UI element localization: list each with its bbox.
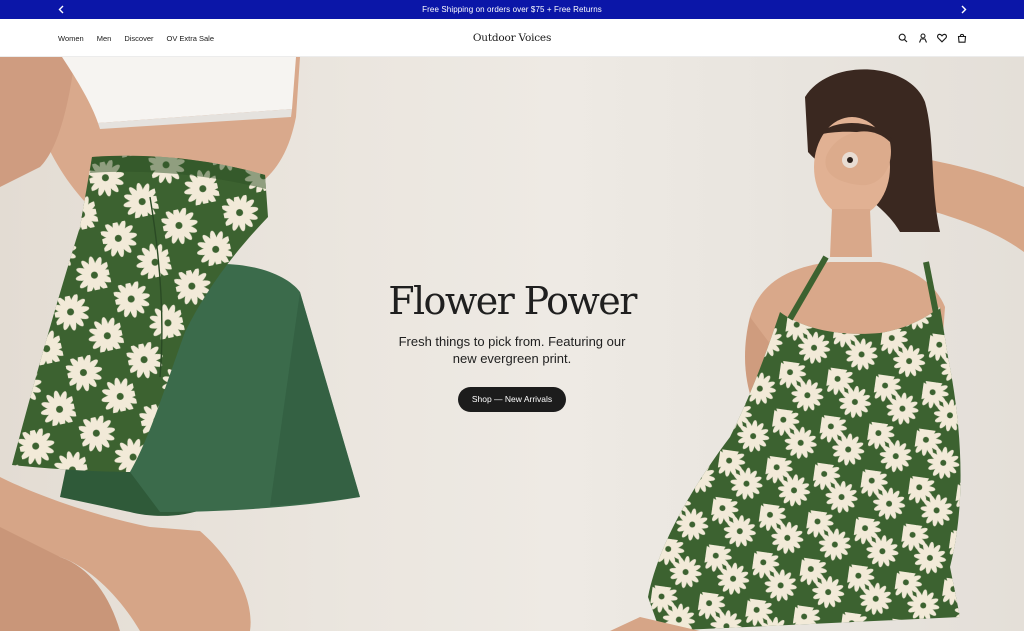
hero-title: Flower Power — [388, 279, 637, 323]
announcement-bar: Free Shipping on orders over $75 + Free … — [0, 0, 1024, 19]
announcement-text[interactable]: Free Shipping on orders over $75 + Free … — [422, 5, 602, 14]
shop-new-arrivals-button[interactable]: Shop — New Arrivals — [457, 387, 567, 412]
nav-item-men[interactable]: Men — [97, 34, 112, 43]
heart-icon[interactable] — [935, 31, 949, 45]
account-icon[interactable] — [916, 31, 930, 45]
chevron-right-icon[interactable] — [954, 0, 973, 19]
chevron-left-icon[interactable] — [51, 0, 70, 19]
header-icons — [896, 19, 974, 57]
hero-copy: Flower Power Fresh things to pick from. … — [362, 279, 662, 412]
nav-item-discover[interactable]: Discover — [124, 34, 153, 43]
nav-item-women[interactable]: Women — [58, 34, 84, 43]
search-icon[interactable] — [896, 31, 910, 45]
hero-banner[interactable]: Flower Power Fresh things to pick from. … — [0, 57, 1024, 631]
hero-subtitle: Fresh things to pick from. Featuring our… — [398, 334, 626, 366]
nav-item-ov-extra-sale[interactable]: OV Extra Sale — [167, 34, 215, 43]
main-nav: Women Men Discover OV Extra Sale — [58, 19, 227, 57]
brand-logo[interactable]: Outdoor Voices — [462, 19, 562, 57]
bag-icon[interactable] — [955, 31, 969, 45]
site-header: Women Men Discover OV Extra Sale Outdoor… — [0, 19, 1024, 57]
